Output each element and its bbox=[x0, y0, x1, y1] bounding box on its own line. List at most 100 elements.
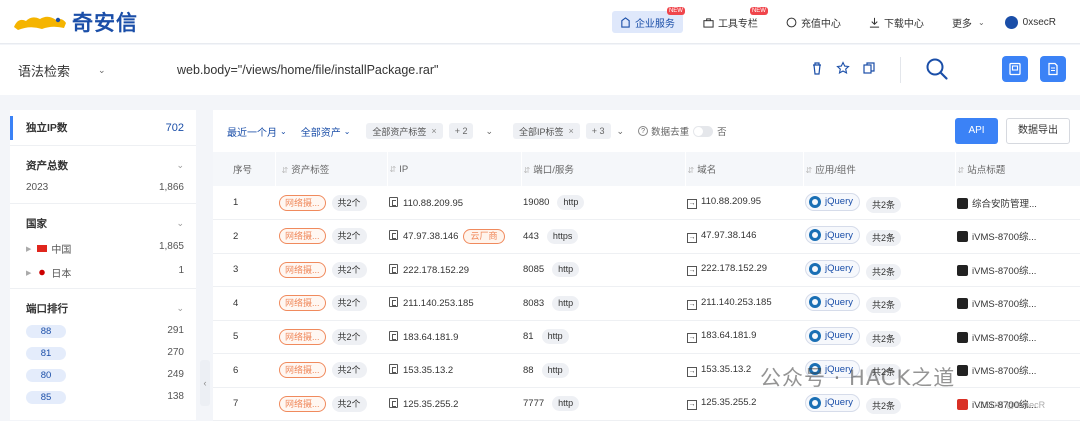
search-mode-select[interactable]: 语法检索 ⌄ bbox=[0, 61, 140, 80]
external-link-icon[interactable]: → bbox=[687, 299, 697, 310]
export-button[interactable]: 数据导出 bbox=[1006, 118, 1070, 144]
port-number[interactable]: 19080 bbox=[523, 197, 549, 208]
tag-count-chip[interactable]: 共2个 bbox=[331, 328, 367, 345]
asset-tag-chip[interactable]: 网络摄... bbox=[279, 295, 326, 312]
domain-link[interactable]: 153.35.13.2 bbox=[701, 364, 751, 375]
nav-recharge[interactable]: 充值中心 bbox=[778, 11, 849, 33]
ip-link[interactable]: 222.178.152.29 bbox=[403, 265, 469, 276]
port-item[interactable]: 85 138 bbox=[26, 391, 184, 404]
site-title[interactable]: iVMS-8700综... bbox=[972, 366, 1036, 377]
app-chip[interactable]: jQuery bbox=[805, 226, 860, 245]
table-row[interactable]: 7 网络摄... 共2个 125.35.255.2 7777 http → 125.35.25… bbox=[213, 387, 1080, 421]
close-icon[interactable]: × bbox=[569, 126, 574, 136]
ip-copy-icon[interactable] bbox=[389, 229, 398, 240]
sort-icon[interactable]: ⇵ bbox=[806, 166, 813, 175]
chevron-down-icon[interactable]: ⌄ bbox=[617, 126, 625, 137]
port-number[interactable]: 7777 bbox=[523, 398, 544, 409]
nav-more[interactable]: 更多 ⌄ bbox=[944, 11, 993, 33]
site-title[interactable]: iVMS-8700综... bbox=[972, 299, 1036, 310]
ip-link[interactable]: 183.64.181.9 bbox=[403, 332, 458, 343]
app-count-chip[interactable]: 共2条 bbox=[865, 263, 901, 280]
help-icon[interactable]: ? bbox=[638, 126, 649, 136]
asset-tag-chip[interactable]: 网络摄... bbox=[279, 395, 326, 412]
ip-copy-icon[interactable] bbox=[389, 196, 398, 207]
port-number[interactable]: 443 bbox=[523, 231, 539, 242]
table-row[interactable]: 2 网络摄... 共2个 47.97.38.146 云厂商 443 https → 47.97.… bbox=[213, 219, 1080, 254]
dedup-toggle[interactable] bbox=[693, 125, 714, 137]
ip-copy-icon[interactable] bbox=[389, 297, 398, 308]
app-count-chip[interactable]: 共2条 bbox=[865, 196, 901, 213]
ip-link[interactable]: 153.35.13.2 bbox=[403, 365, 453, 376]
site-title[interactable]: iVMS-8700综... bbox=[972, 232, 1036, 243]
asset-scope-filter[interactable]: 全部资产 ⌄ bbox=[301, 124, 351, 139]
domain-link[interactable]: 110.88.209.95 bbox=[701, 196, 761, 207]
table-row[interactable]: 3 网络摄... 共2个 222.178.152.29 8085 http → 222.178… bbox=[213, 253, 1080, 287]
user-menu[interactable]: 0xsecR bbox=[1004, 15, 1056, 29]
external-link-icon[interactable]: → bbox=[687, 366, 697, 377]
asset-tag-chip[interactable]: 网络摄... bbox=[279, 228, 326, 245]
sort-icon[interactable]: ⇵ bbox=[958, 166, 965, 175]
chevron-down-icon[interactable]: ⌄ bbox=[176, 218, 184, 229]
ip-link[interactable]: 110.88.209.95 bbox=[403, 198, 463, 209]
app-chip[interactable]: jQuery bbox=[805, 393, 860, 412]
port-item[interactable]: 81 270 bbox=[26, 347, 184, 360]
chevron-down-icon[interactable]: ⌄ bbox=[485, 126, 493, 137]
ip-tag-filter[interactable]: 全部IP标签 × bbox=[513, 123, 580, 139]
table-row[interactable]: 1 网络摄... 共2个 110.88.209.95 19080 http → 110.88.… bbox=[213, 186, 1080, 220]
tag-count-chip[interactable]: 共2个 bbox=[331, 362, 367, 379]
site-title[interactable]: iVMS-8700综... bbox=[972, 333, 1036, 344]
ip-link[interactable]: 47.97.38.146 bbox=[403, 231, 458, 242]
tag-count-chip[interactable]: 共2个 bbox=[331, 261, 367, 278]
sort-icon[interactable]: ⇵ bbox=[524, 166, 531, 175]
port-number[interactable]: 88 bbox=[523, 365, 534, 376]
domain-link[interactable]: 211.140.253.185 bbox=[701, 297, 772, 308]
tag-count-chip[interactable]: 共2个 bbox=[331, 395, 367, 412]
nav-download[interactable]: 下载中心 bbox=[861, 11, 932, 33]
tag-count-chip[interactable]: 共2个 bbox=[331, 228, 367, 245]
app-count-chip[interactable]: 共2条 bbox=[865, 230, 901, 247]
tag-count-chip[interactable]: 共2个 bbox=[331, 295, 367, 312]
external-link-icon[interactable]: → bbox=[687, 266, 697, 277]
port-number[interactable]: 8083 bbox=[523, 298, 544, 309]
logo[interactable]: 奇安信 bbox=[12, 7, 138, 37]
app-count-chip[interactable]: 共2条 bbox=[865, 330, 901, 347]
tag-count-chip[interactable]: 共2个 bbox=[331, 194, 367, 211]
ip-copy-icon[interactable] bbox=[389, 330, 398, 341]
asset-tag-more[interactable]: + 2 bbox=[448, 123, 474, 139]
port-number[interactable]: 8085 bbox=[523, 264, 544, 275]
domain-link[interactable]: 183.64.181.9 bbox=[701, 330, 756, 341]
star-icon[interactable] bbox=[836, 61, 850, 75]
asset-tag-chip[interactable]: 网络摄... bbox=[279, 328, 326, 345]
ip-tag-more[interactable]: + 3 bbox=[585, 123, 611, 139]
asset-tag-chip[interactable]: 网络摄... bbox=[279, 362, 326, 379]
nav-enterprise-services[interactable]: 企业服务 NEW bbox=[611, 7, 685, 33]
table-row[interactable]: 4 网络摄... 共2个 211.140.253.185 8083 http → 211.14… bbox=[213, 286, 1080, 321]
asset-tag-filter[interactable]: 全部资产标签 × bbox=[366, 123, 443, 139]
external-link-icon[interactable]: → bbox=[687, 400, 697, 411]
site-title[interactable]: iVMS-8700综... bbox=[972, 266, 1036, 277]
asset-tag-chip[interactable]: 网络摄... bbox=[279, 261, 326, 278]
template-button[interactable] bbox=[1002, 56, 1028, 82]
port-item[interactable]: 88 291 bbox=[26, 325, 184, 338]
api-button[interactable]: API bbox=[955, 118, 998, 144]
ip-copy-icon[interactable] bbox=[389, 364, 398, 375]
app-count-chip[interactable]: 共2条 bbox=[865, 397, 901, 414]
app-chip[interactable]: jQuery bbox=[805, 293, 860, 312]
search-input[interactable]: web.body="/views/home/file/installPackag… bbox=[177, 63, 438, 77]
chevron-down-icon[interactable]: ⌄ bbox=[176, 160, 184, 171]
ip-link[interactable]: 125.35.255.2 bbox=[403, 399, 458, 410]
site-title[interactable]: 综合安防管理... bbox=[972, 199, 1037, 210]
ip-copy-icon[interactable] bbox=[389, 397, 398, 408]
copy-icon[interactable] bbox=[862, 61, 876, 75]
domain-link[interactable]: 47.97.38.146 bbox=[701, 230, 756, 241]
sidebar-collapse-handle[interactable]: ‹ bbox=[200, 360, 210, 406]
trash-icon[interactable] bbox=[810, 61, 824, 75]
history-button[interactable] bbox=[1040, 56, 1066, 82]
app-chip[interactable]: jQuery bbox=[805, 326, 860, 345]
assets-year[interactable]: 2023 bbox=[26, 182, 48, 193]
nav-tools[interactable]: 工具专栏 NEW bbox=[695, 7, 768, 33]
port-item[interactable]: 80 249 bbox=[26, 369, 184, 382]
sort-icon[interactable]: ⇵ bbox=[390, 165, 397, 174]
ip-link[interactable]: 211.140.253.185 bbox=[403, 298, 474, 309]
sort-icon[interactable]: ⇵ bbox=[282, 166, 289, 175]
